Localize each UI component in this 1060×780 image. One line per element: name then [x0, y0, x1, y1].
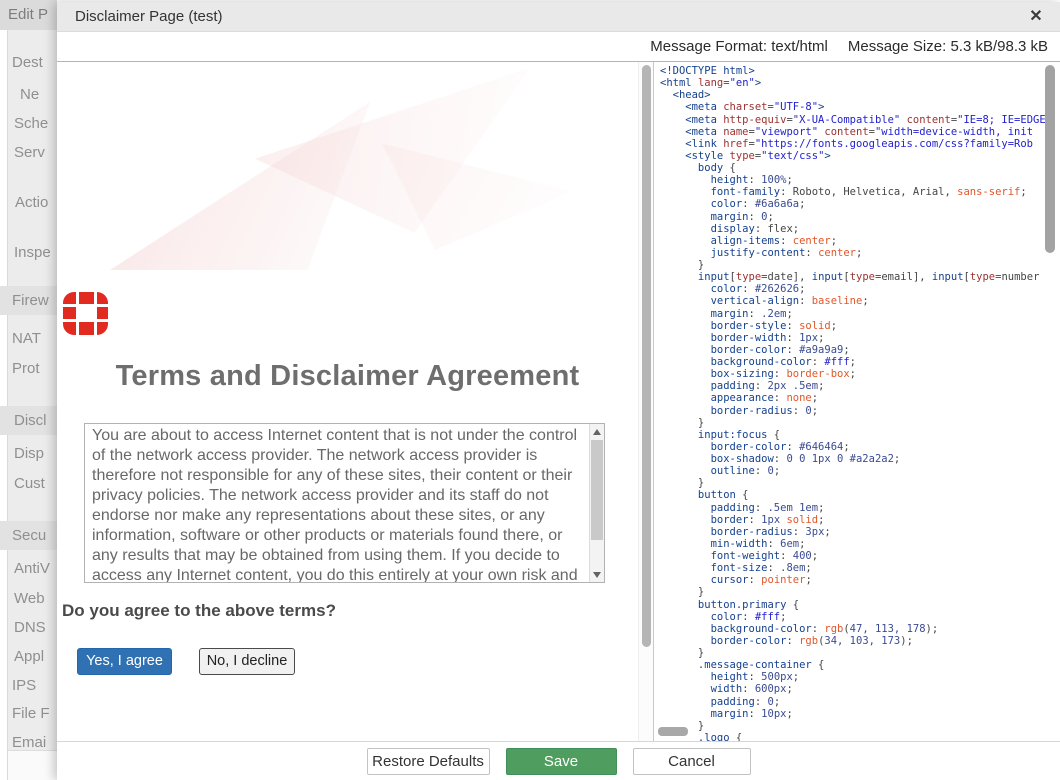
message-size-label: Message Size: — [848, 38, 946, 55]
background-edit-policy-label: Edit P — [0, 0, 57, 30]
background-sidebar-item: Actio — [0, 188, 57, 217]
disclaimer-textbox[interactable]: You are about to access Internet content… — [84, 423, 605, 583]
modal-footer: Restore Defaults Save Cancel — [57, 741, 1060, 780]
decline-button[interactable]: No, I decline — [199, 648, 295, 675]
background-sidebar-item: File F — [0, 699, 57, 728]
code-vertical-scrollbar-thumb[interactable] — [1045, 65, 1055, 253]
background-sidebar-item: NAT — [0, 324, 57, 353]
message-size: Message Size: 5.3 kB/98.3 kB — [848, 38, 1048, 55]
scroll-up-icon[interactable] — [590, 424, 604, 439]
modal-titlebar: Disclaimer Page (test) ✕ — [57, 2, 1060, 32]
background-sidebar-item: Appl — [0, 642, 57, 671]
background-sidebar-item: Secu — [0, 521, 57, 550]
code-horizontal-scrollbar-thumb[interactable] — [658, 727, 688, 736]
message-format-value: text/html — [771, 38, 828, 55]
disclaimer-text: You are about to access Internet content… — [85, 424, 589, 582]
logo-cell — [63, 307, 76, 319]
background-sidebar-item: Dest — [0, 48, 57, 77]
restore-defaults-button[interactable]: Restore Defaults — [367, 748, 490, 775]
code-lines: <!DOCTYPE html><html lang="en"> <head> <… — [654, 62, 1060, 741]
background-sidebar-item: Firew — [0, 286, 57, 315]
background-sidebar-item: Sche — [0, 109, 57, 138]
disclaimer-preview-pane: Terms and Disclaimer Agreement You are a… — [57, 62, 638, 741]
logo-cell — [97, 307, 108, 319]
logo-cell — [63, 322, 76, 335]
background-sidebar-item: Web — [0, 584, 57, 613]
logo-cell — [63, 292, 76, 304]
background-bottom-panel — [8, 750, 57, 780]
background-sidebar-item: Cust — [0, 469, 57, 498]
message-format-label: Message Format: — [650, 38, 767, 55]
preview-scrollbar[interactable] — [638, 62, 653, 741]
background-sidebar-item: Prot — [0, 354, 57, 383]
background-sidebar-item: Discl — [0, 406, 57, 435]
agreement-question: Do you agree to the above terms? — [62, 601, 336, 621]
message-format: Message Format: text/html — [650, 38, 828, 55]
logo-cell — [79, 322, 94, 335]
background-sidebar-item: Inspe — [0, 238, 57, 267]
disclaimer-heading: Terms and Disclaimer Agreement — [57, 360, 638, 393]
code-editor[interactable]: <!DOCTYPE html><html lang="en"> <head> <… — [654, 62, 1060, 741]
agree-button[interactable]: Yes, I agree — [77, 648, 172, 675]
close-icon[interactable]: ✕ — [1022, 2, 1050, 32]
save-button[interactable]: Save — [506, 748, 617, 775]
scroll-down-icon[interactable] — [590, 567, 604, 582]
background-sidebar-item: Ne — [0, 80, 57, 109]
background-sidebar-item: IPS — [0, 671, 57, 700]
logo-cell — [97, 322, 108, 335]
textbox-scrollbar-thumb[interactable] — [591, 440, 603, 540]
background-sidebar-item: AntiV — [0, 554, 57, 583]
background-sidebar-item: Serv — [0, 138, 57, 167]
background-edit-policy-header: Edit P — [0, 0, 57, 30]
background-page: Edit P Dest NeScheServ Actio Inspe Firew NATP… — [0, 0, 57, 780]
modal-title: Disclaimer Page (test) — [57, 2, 1060, 32]
logo-cell — [97, 292, 108, 304]
message-size-value: 5.3 kB/98.3 kB — [950, 38, 1048, 55]
background-sidebar-item: Disp — [0, 439, 57, 468]
logo-cell — [79, 292, 94, 304]
fortinet-logo-icon — [63, 292, 108, 335]
textbox-scrollbar[interactable] — [589, 424, 604, 582]
disclaimer-modal: Disclaimer Page (test) ✕ Message Format:… — [57, 2, 1060, 780]
logo-cell-empty — [79, 307, 94, 319]
background-sidebar-item: DNS — [0, 613, 57, 642]
message-meta-header: Message Format: text/html Message Size: … — [57, 32, 1060, 62]
preview-scrollbar-thumb[interactable] — [642, 65, 651, 647]
modal-content: Terms and Disclaimer Agreement You are a… — [57, 62, 1060, 741]
cancel-button[interactable]: Cancel — [633, 748, 751, 775]
